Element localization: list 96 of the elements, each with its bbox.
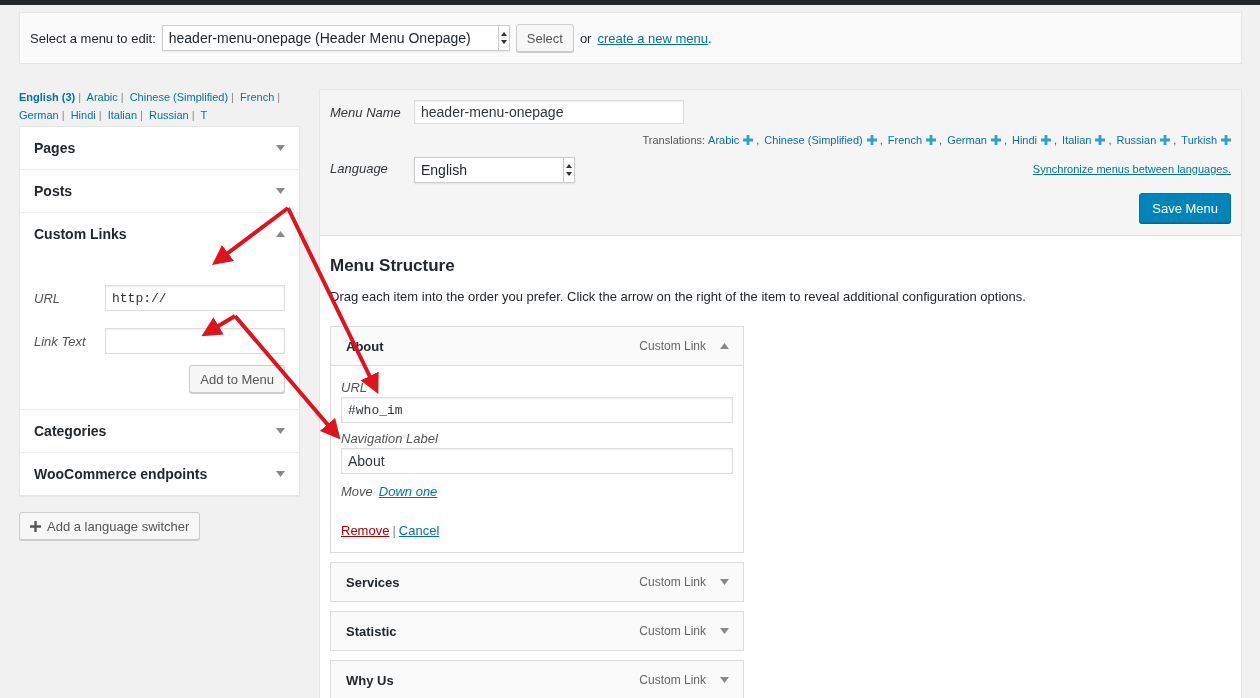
- accordion-header[interactable]: Categories: [20, 410, 299, 452]
- accordion-title: Posts: [34, 183, 73, 199]
- accordion-title: WooCommerce endpoints: [34, 466, 208, 482]
- navigation-label-input[interactable]: About: [341, 448, 733, 474]
- menu-name-input[interactable]: header-menu-onepage: [414, 100, 684, 124]
- language-dropdown[interactable]: English: [414, 157, 575, 183]
- accordion-title: Categories: [34, 423, 107, 439]
- accordion-header[interactable]: Custom Links: [20, 213, 299, 255]
- add-plus-icon[interactable]: [1221, 135, 1231, 145]
- separator-text: |: [392, 523, 396, 538]
- add-plus-icon[interactable]: [926, 135, 937, 145]
- separator-text: |: [277, 91, 281, 103]
- separator-text: |: [191, 109, 195, 121]
- separator-text: |: [231, 91, 234, 103]
- accordion-header[interactable]: Posts: [20, 170, 299, 212]
- translation-link[interactable]: Turkish: [1181, 134, 1217, 146]
- accordion-title: Custom Links: [34, 226, 127, 242]
- item-type-text: Custom Link: [639, 624, 706, 638]
- menu-dropdown[interactable]: header-menu-onepage (Header Menu Onepage): [161, 25, 510, 51]
- menu-item-bar[interactable]: Statistic Custom Link: [330, 611, 744, 651]
- url-input[interactable]: http://: [105, 285, 285, 311]
- menu-item-bar[interactable]: Services Custom Link: [330, 562, 744, 602]
- dropdown-arrows-icon: [497, 26, 509, 50]
- synchronize-link[interactable]: Synchronize menus between languages.: [1032, 162, 1231, 175]
- comma-text: ,: [1003, 134, 1007, 146]
- dropdown-arrows-icon: [563, 158, 574, 182]
- comma-text: ,: [939, 134, 943, 146]
- down-one-link[interactable]: Down one: [378, 484, 438, 499]
- url-label: URL: [34, 290, 61, 306]
- menu-item-bar[interactable]: Why Us Custom Link: [330, 660, 744, 698]
- add-plus-icon[interactable]: [1041, 135, 1052, 145]
- select-menu-label: Select a menu to edit:: [30, 30, 156, 46]
- translation-link[interactable]: Italian: [1062, 134, 1092, 146]
- save-menu-button[interactable]: Save Menu: [1139, 193, 1231, 223]
- comma-text: ,: [756, 134, 760, 146]
- translation-link[interactable]: Hindi: [1011, 134, 1038, 146]
- menu-name-label: Menu Name: [330, 104, 402, 120]
- accordion-title: Pages: [34, 140, 76, 156]
- translation-link[interactable]: Russian: [1116, 134, 1157, 146]
- or-text: or: [579, 30, 592, 46]
- cancel-link[interactable]: Cancel: [398, 523, 440, 538]
- item-type-text: Custom Link: [639, 575, 706, 589]
- separator-text: |: [61, 109, 65, 121]
- language-link[interactable]: Chinese (Simplified): [129, 91, 229, 103]
- language-link[interactable]: Hindi: [70, 109, 96, 121]
- move-label: Move: [341, 484, 373, 499]
- create-menu-link[interactable]: create a new menu: [597, 30, 709, 46]
- language-link[interactable]: Italian: [107, 109, 138, 121]
- language-link[interactable]: T: [200, 109, 208, 121]
- add-to-menu-button[interactable]: Add to Menu: [189, 365, 285, 393]
- language-link[interactable]: English (3): [19, 91, 76, 103]
- translations-label: Translations:: [642, 134, 706, 146]
- accordion-header[interactable]: Pages: [20, 127, 299, 169]
- comma-text: ,: [879, 134, 883, 146]
- section-heading: Menu Structure: [330, 256, 456, 276]
- translation-link[interactable]: French: [887, 134, 923, 146]
- separator-text: |: [120, 91, 124, 103]
- accordion-header[interactable]: WooCommerce endpoints: [20, 453, 299, 495]
- link-text-input[interactable]: [105, 328, 285, 354]
- navigation-label-label: Navigation Label: [341, 431, 439, 446]
- comma-text: ,: [1108, 134, 1112, 146]
- expand-triangle-icon[interactable]: [720, 579, 729, 585]
- language-link[interactable]: German: [19, 109, 59, 121]
- translation-link[interactable]: German: [947, 134, 987, 146]
- period-text: .: [708, 30, 712, 46]
- collapse-triangle-icon[interactable]: [720, 343, 729, 349]
- comma-text: ,: [1173, 134, 1177, 146]
- menu-item-title: Why Us: [345, 672, 395, 688]
- language-label: Language: [330, 161, 389, 176]
- url-label: URL: [341, 380, 368, 395]
- add-plus-icon[interactable]: [1160, 135, 1171, 145]
- add-plus-icon[interactable]: [743, 135, 754, 145]
- separator-text: |: [140, 109, 143, 121]
- add-language-switcher-button[interactable]: Add a language switcher: [19, 512, 201, 540]
- comma-text: ,: [1054, 134, 1058, 146]
- remove-link[interactable]: Remove: [341, 523, 390, 538]
- expand-triangle-icon[interactable]: [720, 628, 729, 634]
- add-plus-icon[interactable]: [866, 135, 877, 145]
- translation-link[interactable]: Chinese (Simplified): [764, 134, 863, 146]
- link-text-label: Link Text: [34, 333, 87, 349]
- translation-link[interactable]: Arabic: [708, 134, 740, 146]
- menu-item-title: Services: [345, 574, 401, 590]
- separator-text: |: [78, 91, 82, 103]
- plus-icon: [30, 520, 41, 532]
- add-plus-icon[interactable]: [990, 135, 1001, 145]
- language-link[interactable]: Russian: [148, 109, 189, 121]
- menu-item-title: Statistic: [345, 623, 398, 639]
- language-link[interactable]: French: [240, 91, 275, 103]
- expand-triangle-icon[interactable]: [720, 677, 729, 683]
- item-type-text: Custom Link: [639, 673, 706, 687]
- separator-text: |: [98, 109, 102, 121]
- language-link[interactable]: Arabic: [86, 91, 118, 103]
- url-input[interactable]: #who_im: [341, 397, 733, 423]
- select-button[interactable]: Select: [515, 24, 574, 52]
- item-type-text: Custom Link: [639, 339, 706, 353]
- add-plus-icon[interactable]: [1095, 135, 1106, 145]
